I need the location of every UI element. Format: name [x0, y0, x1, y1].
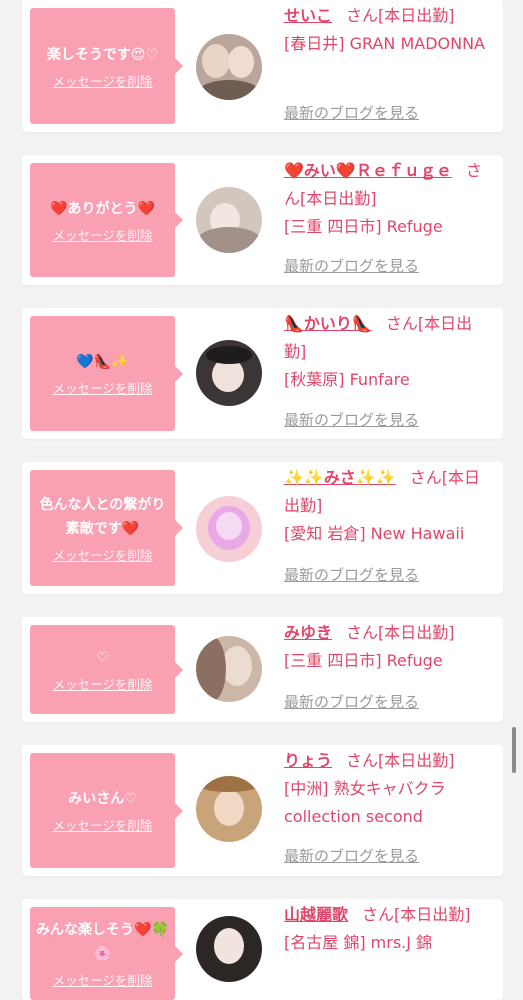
scrollbar-thumb[interactable] [512, 727, 516, 773]
cast-name-link[interactable]: せいこ [284, 6, 332, 25]
store-name: [愛知 岩倉] New Hawaii [284, 524, 465, 543]
avatar[interactable] [196, 636, 262, 702]
store-name: [春日井] GRAN MADONNA [284, 34, 485, 53]
store-name: [名古屋 錦] mrs.J 錦 [284, 933, 433, 952]
message-card: ❤️ありがとう❤️ メッセージを削除 ❤️みい❤️Ｒｅｆｕｇｅ さん[本日出勤] … [22, 155, 503, 285]
cast-name-link[interactable]: ✨✨みさ✨✨ [284, 468, 396, 487]
on-duty-label: [本日出勤] [378, 6, 455, 25]
message-text: 色んな人との繋がり素敵です❤️ [39, 496, 166, 537]
delete-message-link[interactable]: メッセージを削除 [53, 815, 153, 834]
message-text: ❤️ありがとう❤️ [50, 200, 155, 217]
latest-blog-link[interactable]: 最新のブログを見る [284, 409, 419, 430]
on-duty-label: [本日出勤] [378, 751, 455, 770]
delete-message-link[interactable]: メッセージを削除 [53, 970, 153, 989]
message-bubble: 楽しそうです😍♡ メッセージを削除 [30, 8, 183, 124]
message-text: 💙👠✨ [76, 354, 129, 370]
message-card: 楽しそうです😍♡ メッセージを削除 せいこ さん[本日出勤] [春日井] GRAN… [22, 0, 503, 132]
cast-name-link[interactable]: みゆき [284, 623, 332, 642]
message-bubble: 色んな人との繋がり素敵です❤️ メッセージを削除 [30, 470, 183, 586]
avatar[interactable] [196, 776, 262, 842]
delete-message-link[interactable]: メッセージを削除 [53, 674, 153, 693]
honorific: さん [362, 905, 395, 924]
message-card: 💙👠✨ メッセージを削除 👠かいり👠 さん[本日出勤] [秋葉原] Funfare… [22, 308, 503, 439]
latest-blog-link[interactable]: 最新のブログを見る [284, 691, 419, 712]
honorific: さん [385, 314, 418, 333]
cast-info: りょう さん[本日出勤] [中洲] 熟女キャバクラ collection seco… [284, 747, 493, 831]
message-card: みんな楽しそう❤️🍀🌸 メッセージを削除 山越麗歌 さん[本日出勤] [名古屋 錦… [22, 899, 503, 1000]
delete-message-link[interactable]: メッセージを削除 [53, 71, 153, 90]
on-duty-label: [本日出勤] [300, 189, 377, 208]
latest-blog-link[interactable]: 最新のブログを見る [284, 255, 419, 276]
cast-info: 👠かいり👠 さん[本日出勤] [秋葉原] Funfare [284, 310, 493, 394]
message-bubble: ❤️ありがとう❤️ メッセージを削除 [30, 163, 183, 277]
message-bubble: 💙👠✨ メッセージを削除 [30, 316, 183, 431]
message-text: 楽しそうです😍♡ [46, 46, 159, 63]
delete-message-link[interactable]: メッセージを削除 [53, 545, 153, 564]
message-feed: 楽しそうです😍♡ メッセージを削除 せいこ さん[本日出勤] [春日井] GRAN… [0, 0, 523, 1000]
message-text: みいさん♡ [68, 791, 137, 807]
latest-blog-link[interactable]: 最新のブログを見る [284, 102, 419, 123]
on-duty-label: [本日出勤] [394, 905, 471, 924]
message-card: ♡ メッセージを削除 みゆき さん[本日出勤] [三重 四日市] Refuge 最… [22, 617, 503, 722]
avatar[interactable] [196, 187, 262, 253]
honorific: さん [346, 623, 379, 642]
honorific: さん [346, 751, 379, 770]
message-bubble: ♡ メッセージを削除 [30, 625, 183, 714]
delete-message-link[interactable]: メッセージを削除 [53, 225, 153, 244]
store-name: [中洲] 熟女キャバクラ collection second [284, 779, 446, 826]
message-card: 色んな人との繋がり素敵です❤️ メッセージを削除 ✨✨みさ✨✨ さん[本日出勤] … [22, 462, 503, 594]
message-bubble: みいさん♡ メッセージを削除 [30, 753, 183, 868]
message-bubble: みんな楽しそう❤️🍀🌸 メッセージを削除 [30, 907, 183, 1000]
cast-info: ❤️みい❤️Ｒｅｆｕｇｅ さん[本日出勤] [三重 四日市] Refuge [284, 157, 493, 241]
honorific: さん [346, 6, 379, 25]
avatar[interactable] [196, 496, 262, 562]
store-name: [三重 四日市] Refuge [284, 651, 443, 670]
avatar[interactable] [196, 340, 262, 406]
cast-info: ✨✨みさ✨✨ さん[本日出勤] [愛知 岩倉] New Hawaii [284, 464, 493, 548]
message-text: みんな楽しそう❤️🍀🌸 [36, 922, 169, 962]
message-card: みいさん♡ メッセージを削除 りょう さん[本日出勤] [中洲] 熟女キャバクラ … [22, 745, 503, 876]
store-name: [三重 四日市] Refuge [284, 217, 443, 236]
cast-info: せいこ さん[本日出勤] [春日井] GRAN MADONNA [284, 2, 493, 58]
avatar[interactable] [196, 916, 262, 982]
honorific: さん [409, 468, 442, 487]
cast-info: 山越麗歌 さん[本日出勤] [名古屋 錦] mrs.J 錦 [284, 901, 493, 957]
cast-name-link[interactable]: 👠かいり👠 [284, 314, 372, 333]
avatar[interactable] [196, 34, 262, 100]
latest-blog-link[interactable]: 最新のブログを見る [284, 564, 419, 585]
message-text: ♡ [96, 650, 109, 666]
on-duty-label: [本日出勤] [378, 623, 455, 642]
latest-blog-link[interactable]: 最新のブログを見る [284, 845, 419, 866]
cast-info: みゆき さん[本日出勤] [三重 四日市] Refuge [284, 619, 493, 675]
store-name: [秋葉原] Funfare [284, 370, 410, 389]
cast-name-link[interactable]: ❤️みい❤️Ｒｅｆｕｇｅ [284, 161, 452, 180]
delete-message-link[interactable]: メッセージを削除 [53, 378, 153, 397]
cast-name-link[interactable]: りょう [284, 751, 332, 770]
cast-name-link[interactable]: 山越麗歌 [284, 905, 348, 924]
